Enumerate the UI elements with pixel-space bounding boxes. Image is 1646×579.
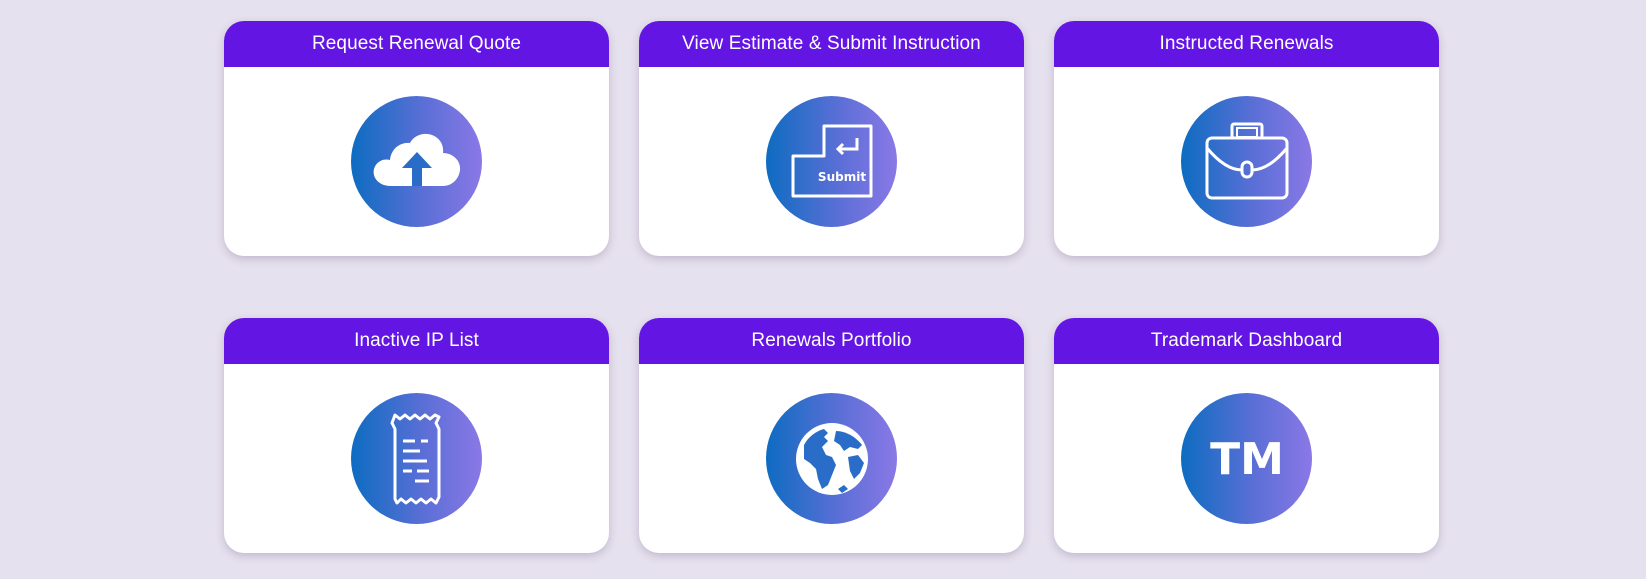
card-trademark-dashboard[interactable]: Trademark Dashboard TM — [1054, 318, 1439, 553]
card-title: Renewals Portfolio — [639, 318, 1024, 364]
card-renewals-portfolio[interactable]: Renewals Portfolio — [639, 318, 1024, 553]
card-body: TM — [1054, 364, 1439, 553]
card-request-renewal-quote[interactable]: Request Renewal Quote — [224, 21, 609, 256]
card-title: Trademark Dashboard — [1054, 318, 1439, 364]
card-body — [1054, 67, 1439, 256]
submit-key-label: Submit — [817, 170, 865, 184]
card-body — [224, 364, 609, 553]
briefcase-icon — [1181, 96, 1312, 227]
card-body: Submit — [639, 67, 1024, 256]
card-instructed-renewals[interactable]: Instructed Renewals — [1054, 21, 1439, 256]
card-inactive-ip-list[interactable]: Inactive IP List — [224, 318, 609, 553]
card-title: Request Renewal Quote — [224, 21, 609, 67]
card-body — [224, 67, 609, 256]
card-title: Inactive IP List — [224, 318, 609, 364]
card-view-estimate-submit[interactable]: View Estimate & Submit Instruction Submi… — [639, 21, 1024, 256]
cloud-upload-icon — [351, 96, 482, 227]
submit-key-icon: Submit — [766, 96, 897, 227]
dashboard-card-grid: Request Renewal Quote View Estimate & Su… — [224, 21, 1439, 553]
card-title: View Estimate & Submit Instruction — [639, 21, 1024, 67]
card-body — [639, 364, 1024, 553]
card-title: Instructed Renewals — [1054, 21, 1439, 67]
trademark-icon: TM — [1181, 393, 1312, 524]
globe-icon — [766, 393, 897, 524]
trademark-icon-label: TM — [1210, 434, 1284, 485]
receipt-list-icon — [351, 393, 482, 524]
